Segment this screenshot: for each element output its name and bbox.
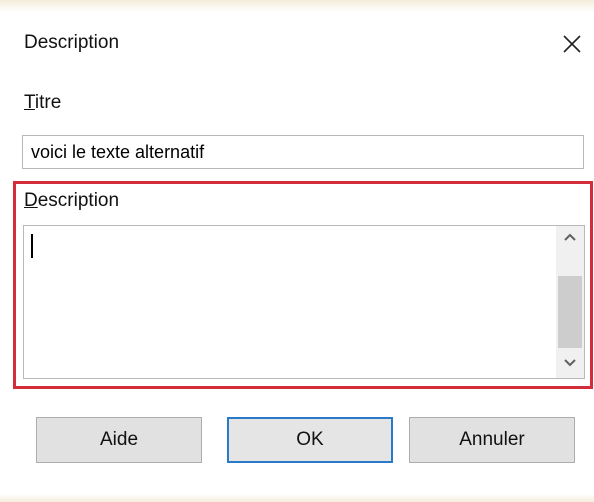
vertical-scrollbar[interactable]	[556, 226, 584, 378]
close-button[interactable]	[556, 28, 588, 60]
text-caret	[31, 234, 33, 258]
scroll-thumb[interactable]	[558, 276, 582, 348]
chevron-up-icon	[564, 233, 576, 241]
aide-button[interactable]: Aide	[36, 417, 202, 463]
chevron-down-icon	[564, 359, 576, 367]
title-bar[interactable]: Description	[0, 12, 594, 72]
annuler-button[interactable]: Annuler	[409, 417, 575, 463]
window-bottom-edge	[0, 494, 594, 502]
window-top-edge	[0, 0, 594, 12]
scroll-down-button[interactable]	[556, 352, 584, 378]
close-icon	[563, 35, 581, 53]
titre-input[interactable]	[22, 135, 584, 169]
scroll-up-button[interactable]	[556, 226, 584, 252]
titre-label: Titre	[24, 92, 62, 113]
description-dialog: Description Titre Description	[0, 0, 594, 502]
ok-button[interactable]: OK	[227, 417, 393, 463]
dialog-title: Description	[24, 32, 120, 53]
description-textarea[interactable]	[23, 225, 585, 379]
description-label: Description	[24, 190, 120, 211]
